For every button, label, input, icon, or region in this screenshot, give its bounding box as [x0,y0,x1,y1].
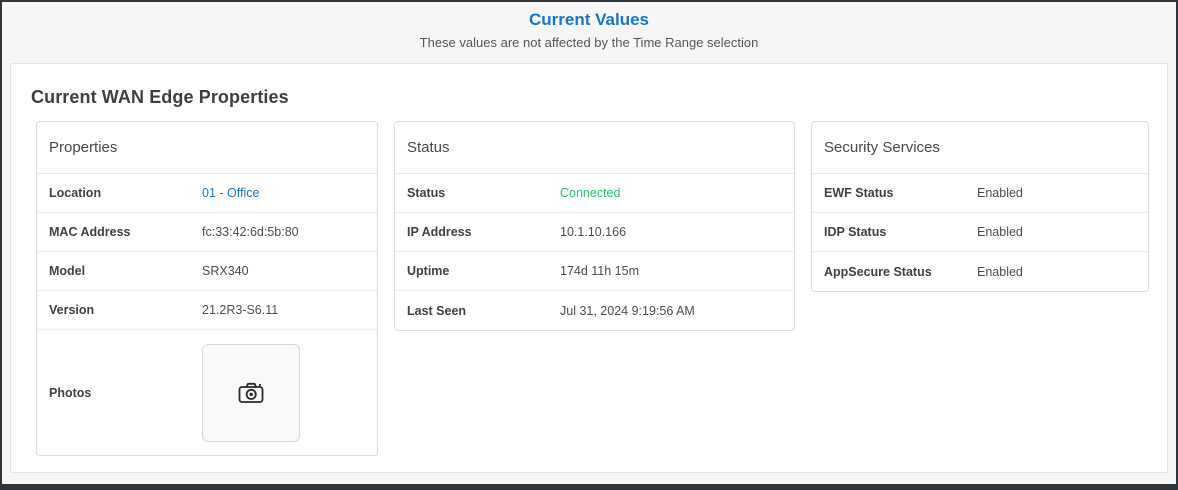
value-version: 21.2R3-S6.11 [202,303,278,317]
label-idp-status: IDP Status [824,225,977,239]
row-version: Version 21.2R3-S6.11 [37,291,377,330]
value-appsecure-status: Enabled [977,265,1023,279]
value-uptime: 174d 11h 15m [560,264,639,278]
label-mac-address: MAC Address [49,225,202,239]
cards-container: Properties Location 01 - Office MAC Addr… [36,121,1167,456]
row-idp-status: IDP Status Enabled [812,213,1148,252]
value-last-seen: Jul 31, 2024 9:19:56 AM [560,304,695,318]
label-location: Location [49,186,202,200]
section-heading: Current WAN Edge Properties [11,64,1167,108]
row-status: Status Connected [395,174,794,213]
row-location: Location 01 - Office [37,174,377,213]
label-ewf-status: EWF Status [824,186,977,200]
content-panel: Current WAN Edge Properties Properties L… [10,63,1168,473]
header: Current Values These values are not affe… [2,2,1176,62]
row-last-seen: Last Seen Jul 31, 2024 9:19:56 AM [395,291,794,330]
card-body: EWF Status Enabled IDP Status Enabled Ap… [812,174,1148,291]
card-header: Properties [37,122,377,174]
card-security-services: Security Services EWF Status Enabled IDP… [811,121,1149,292]
label-uptime: Uptime [407,264,560,278]
label-ip-address: IP Address [407,225,560,239]
camera-icon [235,377,267,409]
row-appsecure-status: AppSecure Status Enabled [812,252,1148,291]
label-appsecure-status: AppSecure Status [824,265,977,279]
label-last-seen: Last Seen [407,304,560,318]
card-header: Security Services [812,122,1148,174]
row-model: Model SRX340 [37,252,377,291]
card-header: Status [395,122,794,174]
label-status: Status [407,186,560,200]
label-photos: Photos [49,386,202,400]
current-values-window: Current Values These values are not affe… [0,0,1178,490]
card-body: Location 01 - Office MAC Address fc:33:4… [37,174,377,455]
row-mac-address: MAC Address fc:33:42:6d:5b:80 [37,213,377,252]
row-ip-address: IP Address 10.1.10.166 [395,213,794,252]
label-model: Model [49,264,202,278]
page-subtitle: These values are not affected by the Tim… [2,35,1176,50]
location-link[interactable]: 01 - Office [202,186,259,200]
page-title: Current Values [2,9,1176,31]
card-status: Status Status Connected IP Address 10.1.… [394,121,795,331]
value-ewf-status: Enabled [977,186,1023,200]
photo-upload-button[interactable] [202,344,300,442]
card-title: Security Services [824,139,940,156]
card-title: Status [407,139,450,156]
value-model: SRX340 [202,264,249,278]
row-photos: Photos [37,330,377,455]
card-properties: Properties Location 01 - Office MAC Addr… [36,121,378,456]
card-body: Status Connected IP Address 10.1.10.166 … [395,174,794,330]
value-mac-address: fc:33:42:6d:5b:80 [202,225,299,239]
card-title: Properties [49,139,117,156]
value-idp-status: Enabled [977,225,1023,239]
label-version: Version [49,303,202,317]
row-uptime: Uptime 174d 11h 15m [395,252,794,291]
value-ip-address: 10.1.10.166 [560,225,626,239]
status-value: Connected [560,186,620,200]
row-ewf-status: EWF Status Enabled [812,174,1148,213]
